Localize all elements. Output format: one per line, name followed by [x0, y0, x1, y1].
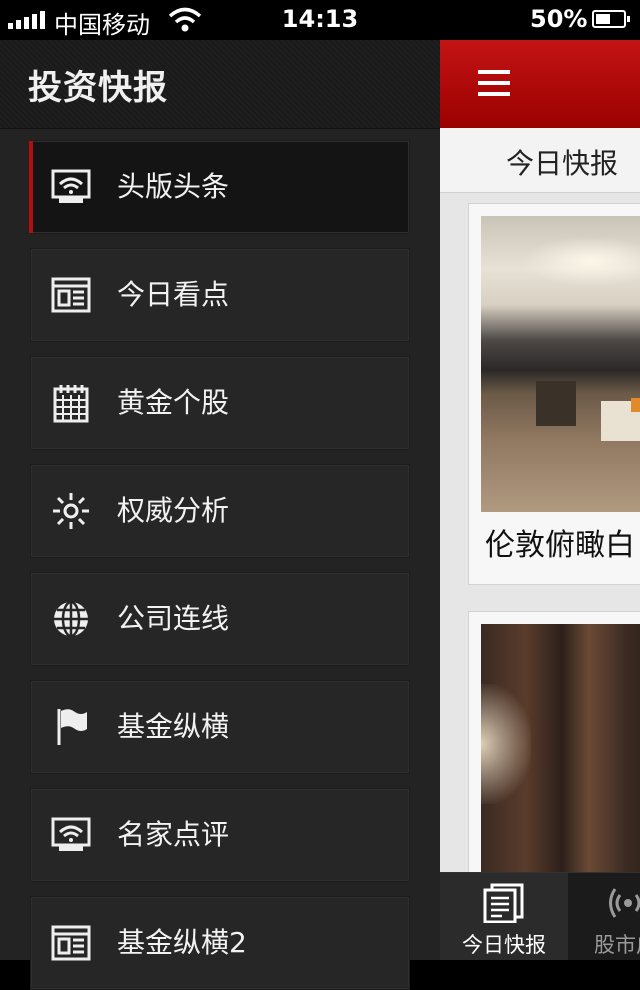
news-card[interactable]: 伦敦俯瞰白 — [468, 203, 640, 585]
broadcast-icon — [609, 888, 640, 918]
drawer-title: 投资快报 — [28, 68, 168, 108]
menu-item-fund-overview-2[interactable]: 基金纵横2 — [30, 896, 410, 990]
menu-item-headlines[interactable]: 头版头条 — [29, 140, 410, 234]
battery-percentage: 50% — [530, 5, 588, 33]
bottom-tab-label: 今日快报 — [462, 933, 546, 957]
battery-icon — [592, 10, 630, 28]
news-pages-icon — [483, 883, 524, 923]
menu-item-label: 基金纵横2 — [117, 926, 247, 959]
bottom-tab-today-news[interactable]: 今日快报 — [440, 873, 568, 960]
status-bar: 中国移动 14:13 50% — [0, 0, 640, 40]
menu-item-label: 名家点评 — [117, 818, 230, 851]
menu-item-gold-stocks[interactable]: 黄金个股 — [30, 356, 410, 450]
main-panel: 今日快报 伦敦俯瞰白 今日快报 股市广 — [440, 40, 640, 960]
menu-toggle-icon[interactable] — [478, 70, 510, 96]
broadcast-screen-icon — [51, 817, 91, 851]
menu-item-label: 今日看点 — [117, 278, 230, 311]
menu-item-today-highlights[interactable]: 今日看点 — [30, 248, 410, 342]
bottom-tab-label: 股市广 — [594, 933, 640, 957]
news-card[interactable] — [468, 611, 640, 913]
tab-today-news[interactable]: 今日快报 — [506, 142, 618, 182]
section-tab-bar: 今日快报 — [440, 128, 640, 193]
broadcast-screen-icon — [51, 169, 91, 203]
menu-item-label: 权威分析 — [117, 494, 230, 527]
menu-item-fund-overview[interactable]: 基金纵横 — [30, 680, 410, 774]
drawer-header: 投资快报 — [0, 40, 440, 129]
news-photo — [481, 624, 640, 904]
newspaper-icon — [51, 277, 91, 313]
news-card-title: 伦敦俯瞰白 — [485, 528, 635, 563]
sun-icon — [53, 493, 89, 529]
menu-item-expert-comments[interactable]: 名家点评 — [30, 788, 410, 882]
menu-item-label: 头版头条 — [117, 170, 230, 203]
side-drawer: 投资快报 头版头条 今日看点 黄金个股 权威分析 公司连线 基金纵横 名家点评 … — [0, 40, 440, 990]
news-feed: 伦敦俯瞰白 — [440, 193, 640, 913]
menu-item-company-connect[interactable]: 公司连线 — [30, 572, 410, 666]
menu-item-label: 黄金个股 — [117, 386, 230, 419]
newspaper-icon — [51, 925, 91, 961]
top-bar — [440, 40, 640, 128]
calendar-icon — [53, 385, 89, 423]
flag-icon — [57, 709, 87, 745]
menu-item-label: 公司连线 — [117, 602, 230, 635]
menu-item-authoritative-analysis[interactable]: 权威分析 — [30, 464, 410, 558]
bottom-tab-stock-market[interactable]: 股市广 — [570, 873, 640, 960]
menu-item-label: 基金纵横 — [117, 710, 230, 743]
news-photo — [481, 216, 640, 512]
bottom-tab-bar: 今日快报 股市广 — [440, 872, 640, 960]
globe-icon — [54, 600, 88, 638]
